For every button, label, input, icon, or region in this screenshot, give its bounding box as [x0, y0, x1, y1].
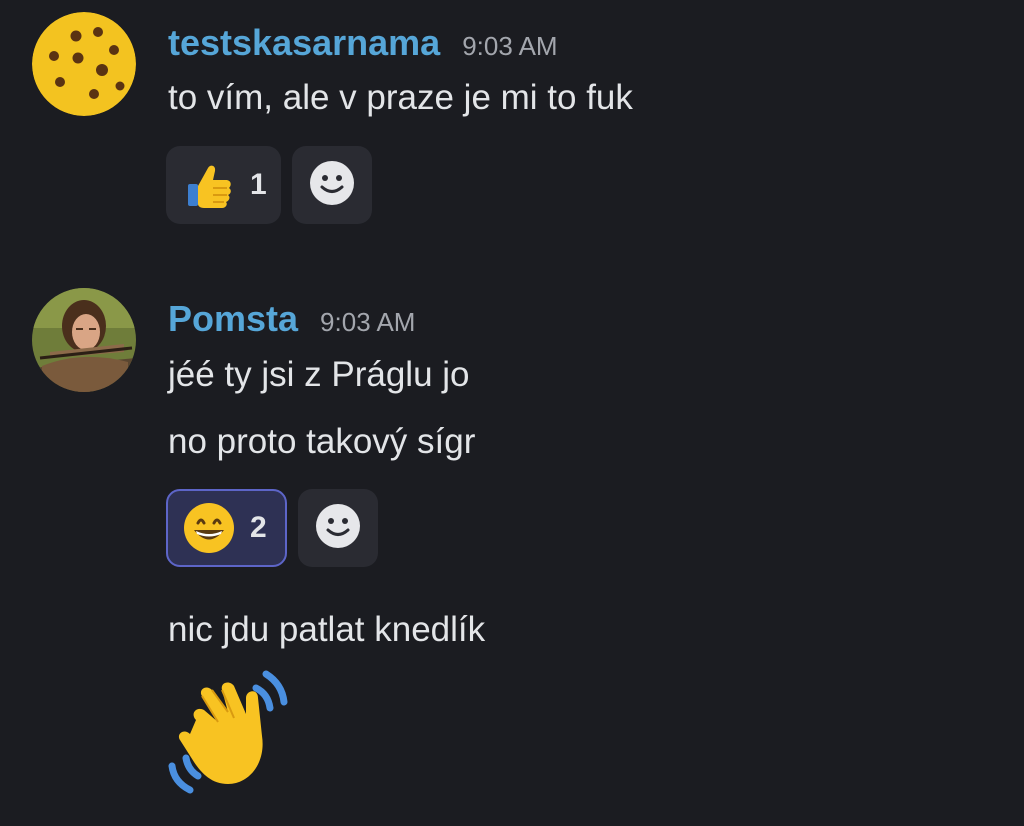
archer-portrait-avatar[interactable]: [32, 288, 136, 392]
add-reaction-button[interactable]: [298, 489, 378, 567]
smile-icon: [309, 160, 355, 211]
cookie-avatar[interactable]: [32, 12, 136, 116]
username-text[interactable]: testskasarnama: [168, 22, 440, 63]
grinning-face-icon: [182, 501, 236, 555]
message-text: jéé ty jsi z Práglu jo: [168, 355, 470, 394]
message-text: no proto takový sígr: [168, 422, 476, 461]
username-text[interactable]: Pomsta: [168, 298, 298, 339]
waving-hand-icon: [166, 666, 294, 794]
reaction-count: 1: [250, 168, 267, 201]
thumbs-up-icon: [182, 158, 236, 212]
message-group: testskasarnama 9:03 AM to vím, ale v praz…: [0, 0, 1024, 240]
smile-icon: [315, 503, 361, 554]
reaction-count: 2: [250, 511, 267, 544]
message-group: Pomsta 9:03 AM jéé ty jsi z Práglu jo no …: [0, 280, 1024, 580]
reaction-grinning-face[interactable]: 2: [166, 489, 287, 567]
message-text: nic jdu patlat knedlík: [168, 610, 486, 649]
reaction-thumbs-up[interactable]: 1: [166, 146, 281, 224]
username[interactable]: Pomsta 9:03 AM: [168, 298, 415, 340]
message-group: nic jdu patlat knedlík: [0, 600, 1024, 826]
timestamp: 9:03 AM: [320, 307, 416, 337]
username[interactable]: testskasarnama 9:03 AM: [168, 22, 558, 64]
add-reaction-button[interactable]: [292, 146, 372, 224]
timestamp: 9:03 AM: [462, 31, 558, 61]
message-text: to vím, ale v praze je mi to fuk: [168, 78, 633, 117]
